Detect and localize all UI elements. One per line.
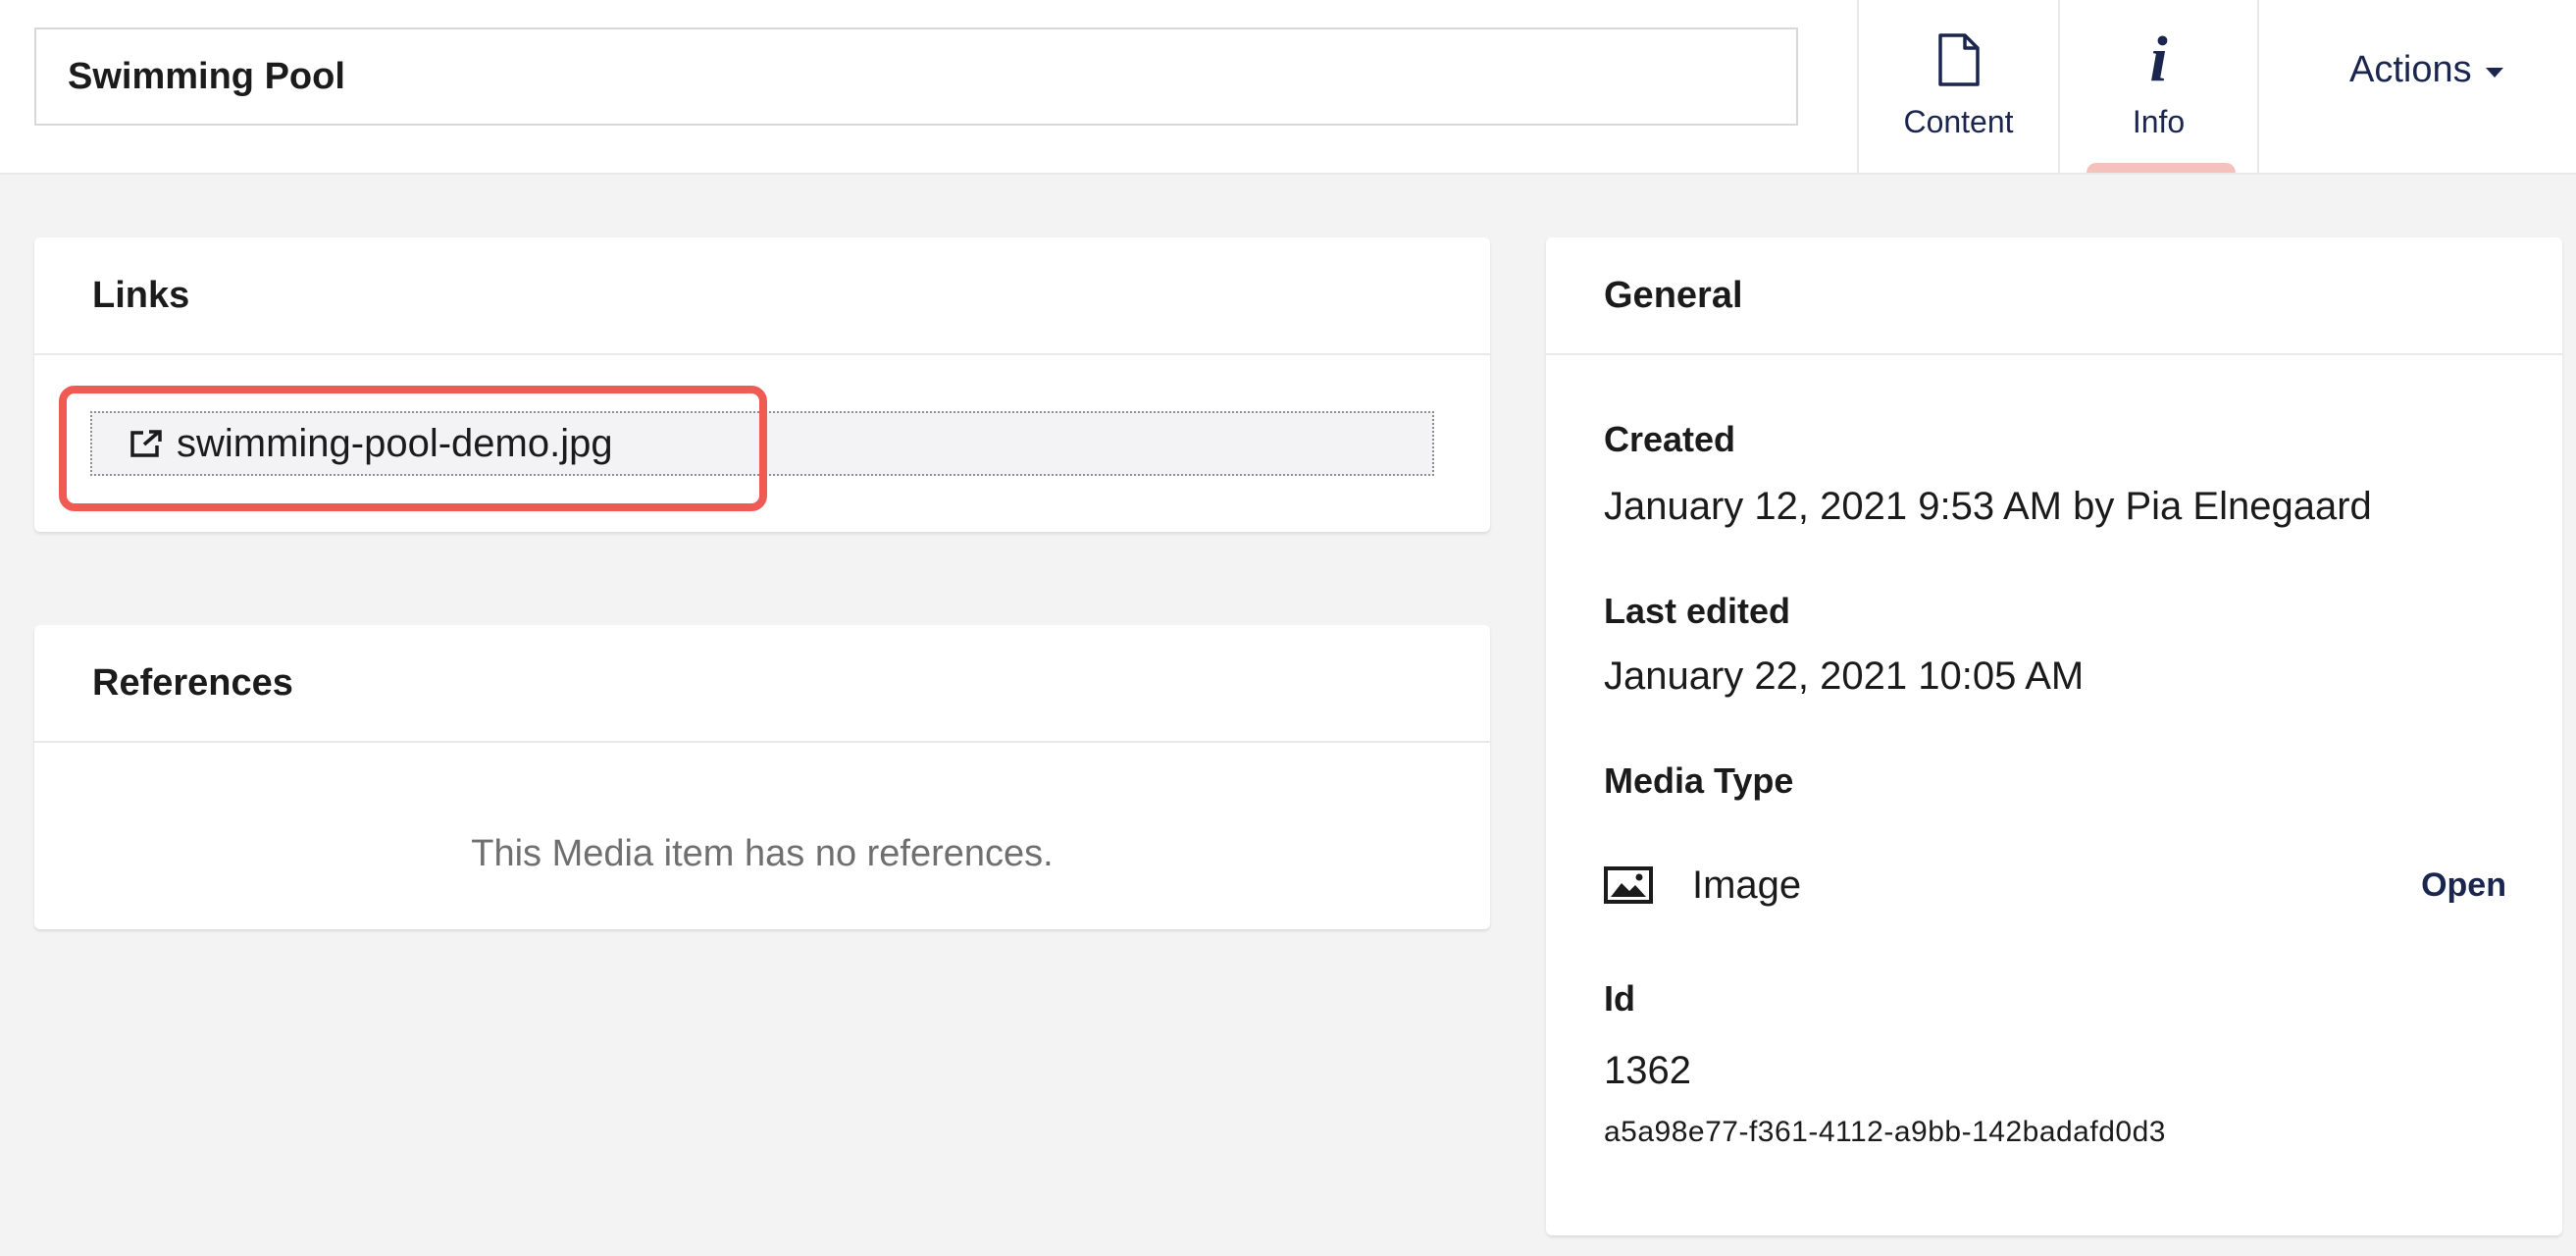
active-tab-indicator	[2087, 163, 2236, 173]
editor-apps: Content i Info	[1857, 0, 2259, 173]
media-type-label: Media Type	[1604, 760, 1794, 801]
tab-info-label: Info	[2132, 104, 2186, 139]
open-media-type-link[interactable]: Open	[2421, 866, 2506, 905]
media-type-row: Image Open	[1604, 851, 2506, 919]
references-box: References This Media item has no refere…	[34, 625, 1490, 929]
links-title: Links	[34, 237, 1490, 355]
media-type-value: Image	[1692, 863, 1802, 907]
external-link-icon	[129, 429, 163, 458]
tab-content[interactable]: Content	[1857, 0, 2058, 173]
last-edited-value: January 22, 2021 10:05 AM	[1604, 654, 2085, 698]
links-box: Links swimming-pool-demo.jpg	[34, 237, 1490, 532]
key-value: a5a98e77-f361-4112-a9bb-142badafd0d3	[1604, 1116, 2166, 1148]
link-item-label: swimming-pool-demo.jpg	[177, 421, 613, 465]
editor-header: Content i Info Actions	[0, 0, 2576, 175]
info-icon: i	[2149, 24, 2168, 95]
references-empty-message: This Media item has no references.	[471, 833, 1054, 874]
document-icon	[1937, 29, 1981, 90]
last-edited-label: Last edited	[1604, 591, 1791, 631]
tab-info[interactable]: i Info	[2058, 0, 2259, 173]
created-label: Created	[1604, 419, 1736, 459]
link-item[interactable]: swimming-pool-demo.jpg	[90, 411, 1434, 476]
id-label: Id	[1604, 978, 1635, 1019]
general-title: General	[1546, 237, 2562, 355]
general-box: General Created January 12, 2021 9:53 AM…	[1546, 237, 2562, 1235]
tab-content-label: Content	[1903, 104, 2014, 139]
caret-down-icon	[2485, 67, 2503, 78]
references-title: References	[34, 625, 1490, 743]
media-name-input[interactable]	[34, 27, 1798, 126]
image-icon	[1604, 866, 1653, 904]
created-value: January 12, 2021 9:53 AM by Pia Elnegaar…	[1604, 485, 2372, 528]
actions-button[interactable]: Actions	[2349, 49, 2503, 91]
id-value: 1362	[1604, 1049, 1691, 1092]
actions-label: Actions	[2349, 49, 2472, 90]
